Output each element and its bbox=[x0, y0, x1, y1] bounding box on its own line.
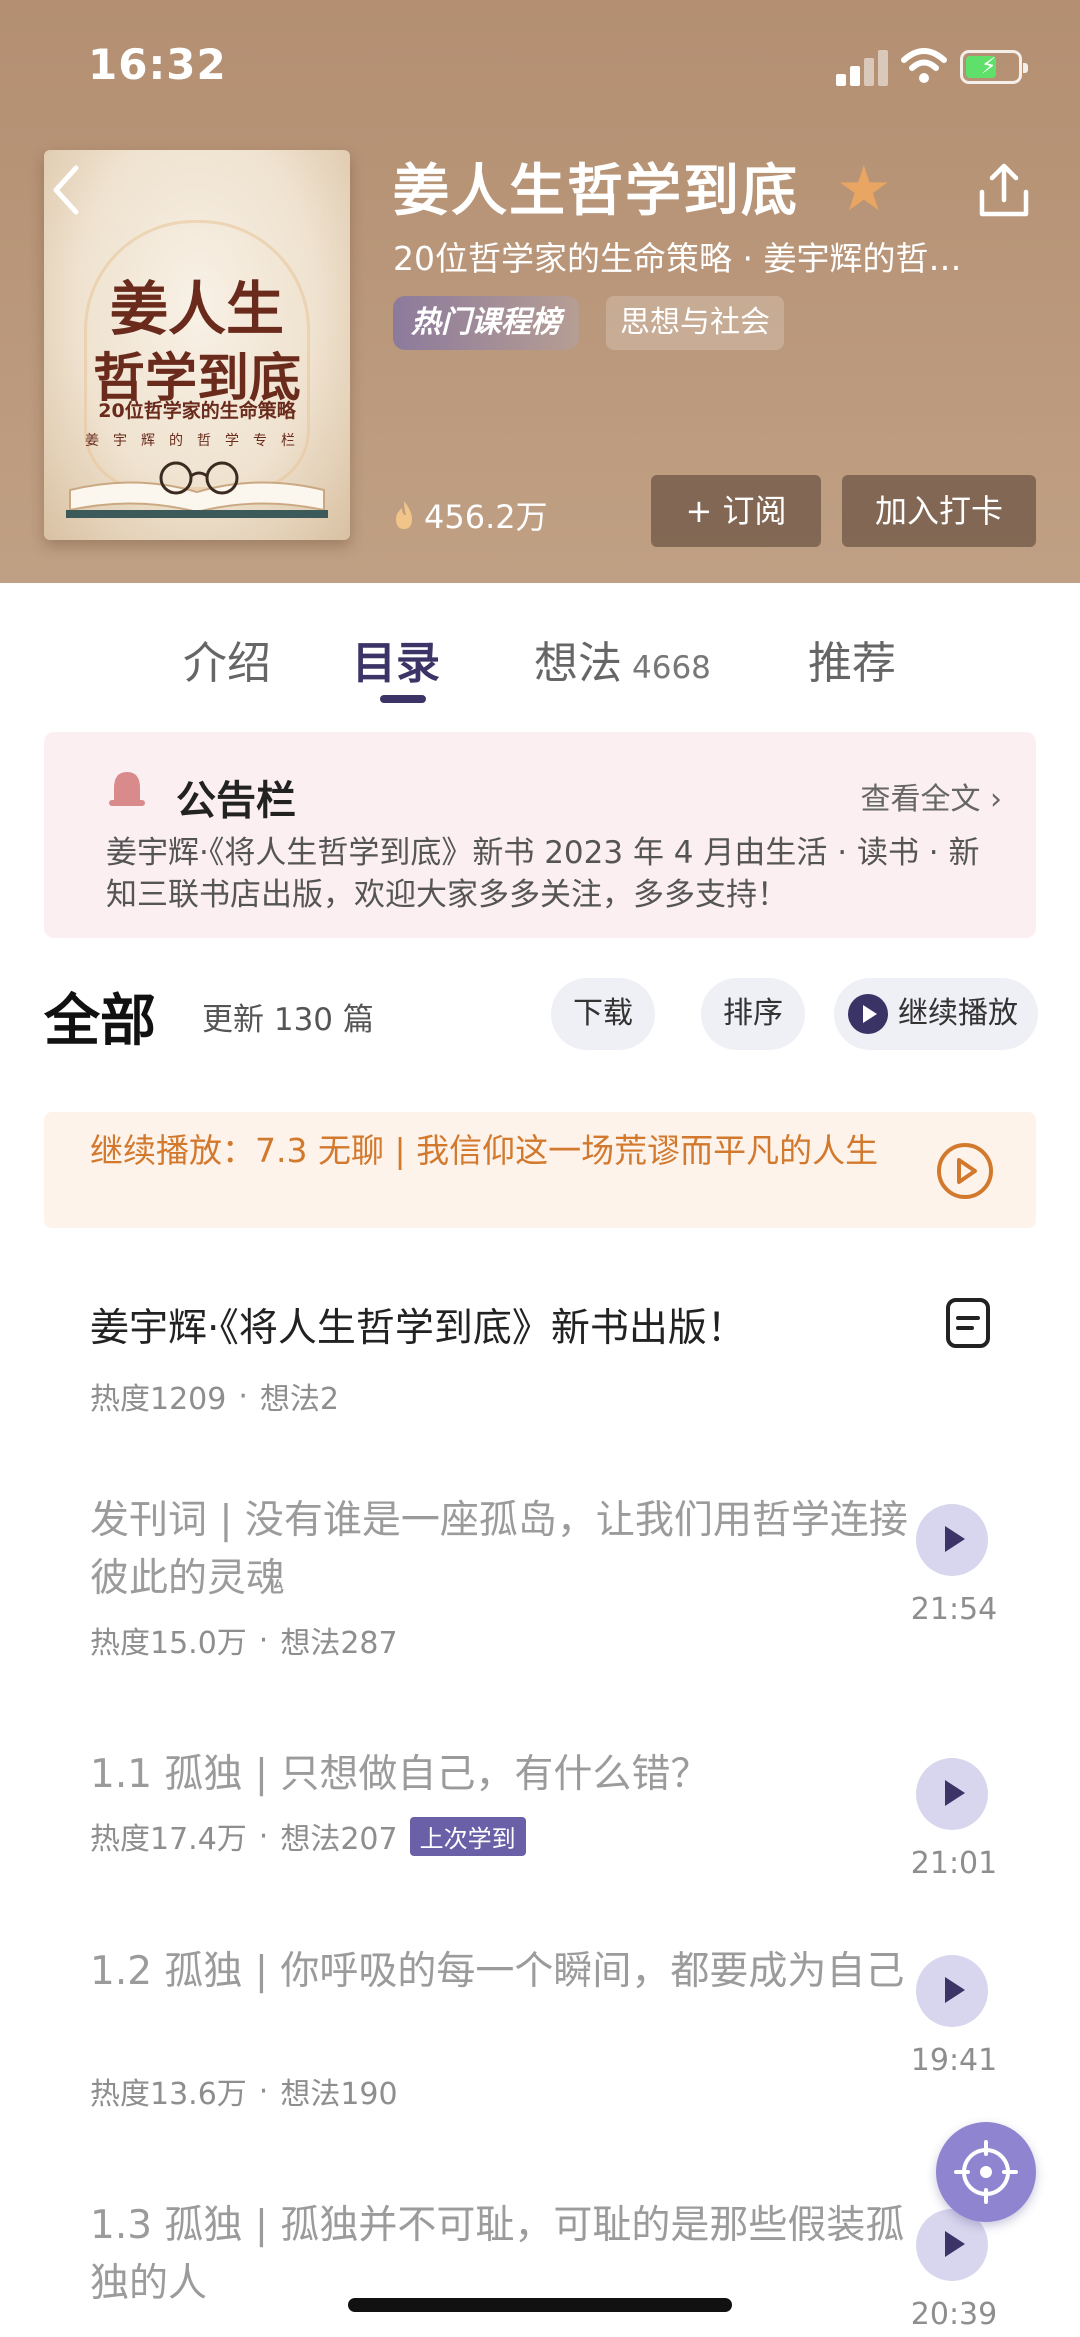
item-heat: 热度17.4万 bbox=[90, 1822, 247, 1857]
item-title: 姜宇辉·《将人生哲学到底》新书出版！ bbox=[90, 1306, 746, 1351]
flame-icon bbox=[396, 501, 412, 529]
battery-icon: ⚡ bbox=[960, 50, 1028, 84]
item-ideas: 想法2 bbox=[259, 1382, 339, 1417]
course-subtitle: 20位哲学家的生命策略 · 姜宇辉的哲… bbox=[393, 239, 962, 278]
list-item[interactable]: 1.2 孤独 | 你呼吸的每一个瞬间，都要成为自己 热度13.6万 · 想法19… bbox=[44, 1943, 1036, 2163]
subscribe-button[interactable]: + 订阅 bbox=[651, 475, 821, 547]
item-ideas: 想法287 bbox=[280, 1626, 398, 1661]
continue-play-label: 继续播放 bbox=[898, 996, 1018, 1031]
tab-ideas[interactable]: 想法 4668 bbox=[534, 627, 711, 691]
notice-text: 姜宇辉·《将人生哲学到底》新书 2023 年 4 月由生活 · 读书 · 新知三… bbox=[106, 835, 980, 913]
chevron-right-icon: › bbox=[990, 782, 1002, 817]
play-icon bbox=[848, 994, 888, 1034]
play-button[interactable] bbox=[916, 1504, 988, 1576]
sort-button[interactable]: 排序 bbox=[701, 978, 805, 1050]
course-header: 16:32 ⚡ 姜人生 哲学到底 20位哲学家的生命策略 姜宇辉的哲学专栏 姜人… bbox=[0, 0, 1080, 583]
play-button[interactable] bbox=[916, 1758, 988, 1830]
notice-board[interactable]: 公告栏 查看全文 › 姜宇辉·《将人生哲学到底》新书 2023 年 4 月由生活… bbox=[44, 732, 1036, 938]
item-heat: 热度15.0万 bbox=[90, 1626, 247, 1661]
cover-author: 姜宇辉的哲学专栏 bbox=[85, 433, 309, 449]
glasses-illustration bbox=[159, 461, 239, 495]
last-learned-badge: 上次学到 bbox=[409, 1816, 526, 1856]
update-count: 更新 130 篇 bbox=[202, 1002, 374, 1038]
continue-playing-text: 继续播放：7.3 无聊 | 我信仰这一场荒谬而平凡的人生 bbox=[90, 1131, 879, 1170]
signal-icon bbox=[836, 50, 888, 86]
item-ideas: 想法190 bbox=[280, 2077, 398, 2112]
tab-intro[interactable]: 介绍 bbox=[183, 627, 271, 691]
item-meta: 热度17.4万 · 想法207 上次学到 bbox=[90, 1814, 526, 1858]
heat-value: 456.2万 bbox=[424, 498, 548, 536]
course-title: 姜人生哲学到底 bbox=[393, 159, 799, 224]
view-full-text-label: 查看全文 bbox=[860, 782, 981, 817]
continue-playing-banner[interactable]: 继续播放：7.3 无聊 | 我信仰这一场荒谬而平凡的人生 bbox=[44, 1112, 1036, 1228]
tab-bar: 介绍 目录 想法 4668 推荐 bbox=[0, 583, 1080, 713]
list-item[interactable]: 发刊词 | 没有谁是一座孤岛，让我们用哲学连接彼此的灵魂 热度15.0万 · 想… bbox=[44, 1492, 1036, 1712]
favorite-star-icon[interactable]: ★ bbox=[836, 158, 892, 220]
active-tab-indicator bbox=[380, 695, 426, 703]
item-title: 发刊词 | 没有谁是一座孤岛，让我们用哲学连接彼此的灵魂 bbox=[90, 1498, 908, 1601]
tab-recommend[interactable]: 推荐 bbox=[808, 627, 896, 691]
item-ideas: 想法207 bbox=[280, 1822, 398, 1857]
share-icon[interactable] bbox=[976, 160, 1032, 220]
hot-course-tag[interactable]: 热门课程榜 bbox=[393, 296, 579, 350]
back-icon[interactable] bbox=[46, 160, 86, 220]
item-title: 1.2 孤独 | 你呼吸的每一个瞬间，都要成为自己 bbox=[90, 1949, 905, 1994]
tab-ideas-label: 想法 bbox=[534, 638, 622, 689]
status-time: 16:32 bbox=[88, 40, 227, 89]
tab-ideas-count: 4668 bbox=[632, 650, 711, 686]
locate-icon bbox=[954, 2140, 1018, 2204]
item-meta: 热度1209 · 想法2 bbox=[90, 1374, 339, 1418]
section-title: 全部 bbox=[44, 989, 156, 1054]
home-indicator bbox=[348, 2298, 732, 2312]
heat-count: 456.2万 bbox=[392, 492, 548, 538]
item-heat: 热度1209 bbox=[90, 1382, 227, 1417]
item-title: 1.1 孤独 | 只想做自己，有什么错？ bbox=[90, 1752, 710, 1797]
notice-title: 公告栏 bbox=[176, 778, 296, 824]
list-item[interactable]: 姜宇辉·《将人生哲学到底》新书出版！ 热度1209 · 想法2 bbox=[44, 1254, 1036, 1434]
item-heat: 热度13.6万 bbox=[90, 2077, 247, 2112]
tab-catalog[interactable]: 目录 bbox=[352, 627, 440, 691]
cover-title-line1: 姜人生 bbox=[109, 275, 284, 343]
cover-subtitle: 20位哲学家的生命策略 bbox=[98, 400, 296, 422]
list-item[interactable]: 1.1 孤独 | 只想做自己，有什么错？ 热度17.4万 · 想法207 上次学… bbox=[44, 1746, 1036, 1906]
item-duration: 19:41 bbox=[910, 2043, 998, 2078]
download-button[interactable]: 下载 bbox=[551, 978, 655, 1050]
item-duration: 20:39 bbox=[910, 2297, 998, 2332]
bell-icon bbox=[109, 772, 145, 806]
wifi-icon bbox=[901, 48, 947, 83]
list-item[interactable]: 1.3 孤独 | 孤独并不可耻，可耻的是那些假装孤独的人 20:39 bbox=[44, 2197, 1036, 2337]
locate-current-button[interactable] bbox=[936, 2122, 1036, 2222]
play-circle-icon[interactable] bbox=[936, 1142, 994, 1200]
view-full-text-link[interactable]: 查看全文 › bbox=[860, 774, 1002, 818]
category-tag[interactable]: 思想与社会 bbox=[606, 296, 784, 350]
item-meta: 热度15.0万 · 想法287 bbox=[90, 1618, 398, 1662]
lesson-list: 姜宇辉·《将人生哲学到底》新书出版！ 热度1209 · 想法2 发刊词 | 没有… bbox=[44, 1254, 1036, 2337]
course-cover: 姜人生 哲学到底 20位哲学家的生命策略 姜宇辉的哲学专栏 bbox=[44, 150, 350, 540]
item-title: 1.3 孤独 | 孤独并不可耻，可耻的是那些假装孤独的人 bbox=[90, 2203, 905, 2306]
play-button[interactable] bbox=[916, 1955, 988, 2027]
status-bar: 16:32 ⚡ bbox=[0, 0, 1080, 130]
item-duration: 21:01 bbox=[910, 1846, 998, 1881]
document-icon bbox=[946, 1298, 990, 1348]
continue-play-button[interactable]: 继续播放 bbox=[834, 978, 1038, 1050]
item-duration: 21:54 bbox=[910, 1592, 998, 1627]
join-checkin-button[interactable]: 加入打卡 bbox=[842, 475, 1036, 547]
item-meta: 热度13.6万 · 想法190 bbox=[90, 2069, 398, 2113]
